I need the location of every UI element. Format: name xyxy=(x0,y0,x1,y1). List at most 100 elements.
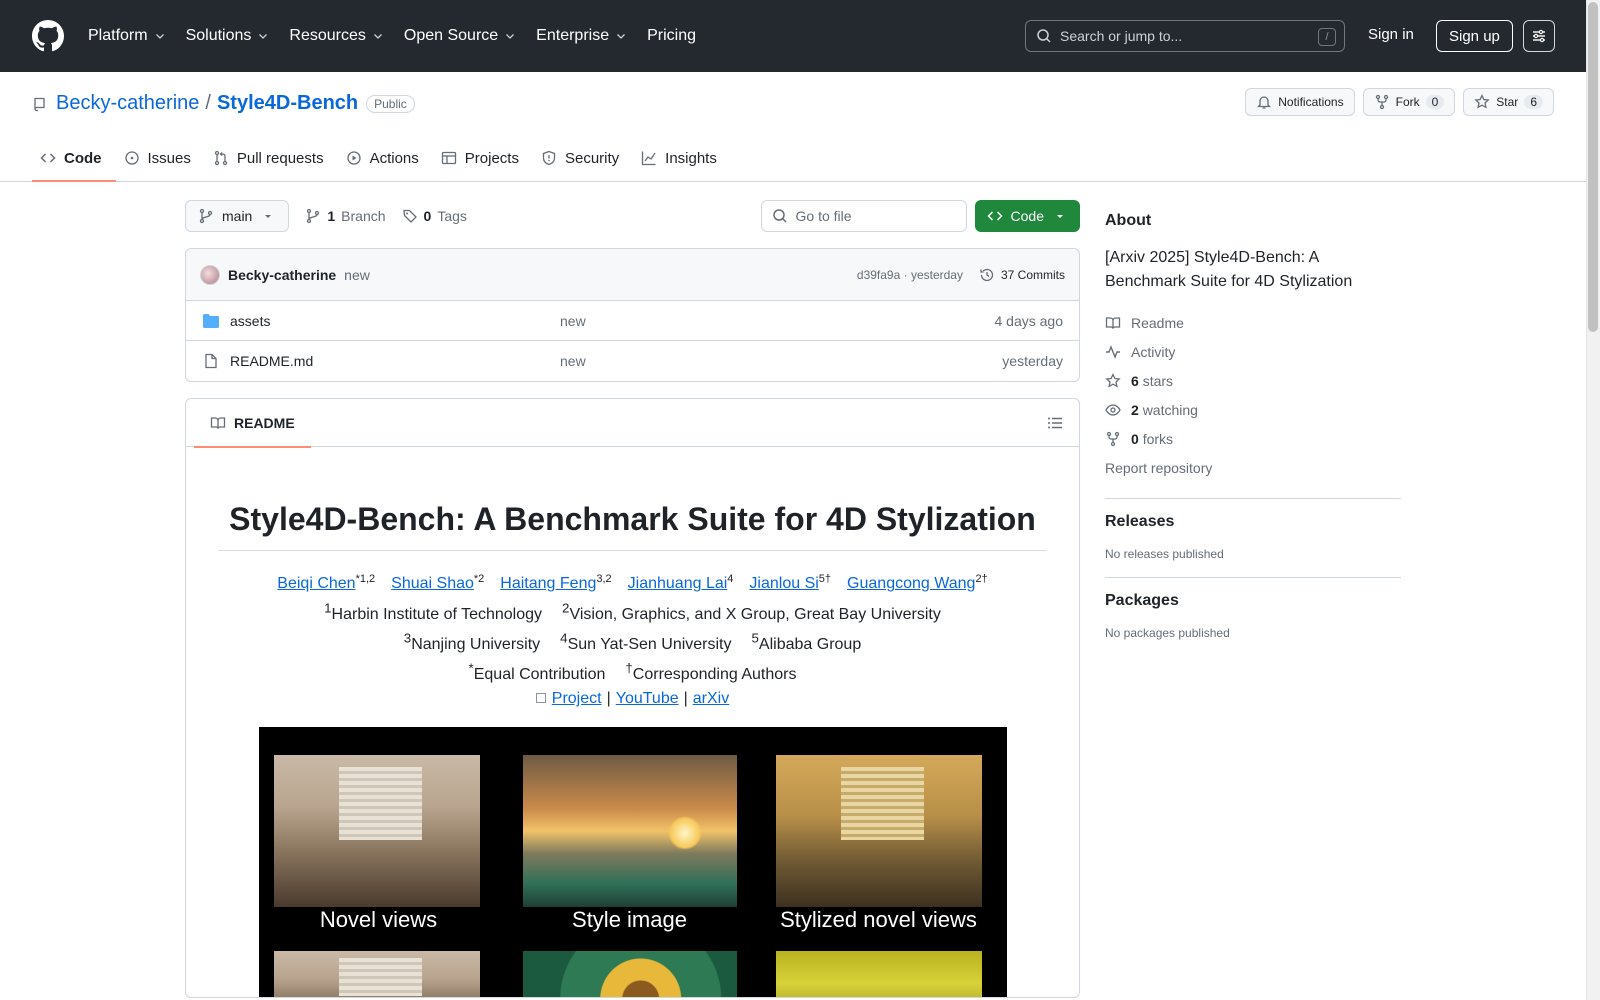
notifications-button[interactable]: Notifications xyxy=(1245,88,1355,116)
graph-icon xyxy=(642,151,656,166)
author-affiliation-mark: 2† xyxy=(975,573,988,585)
file-browser: Becky-catherine new d39fa9a · yesterday … xyxy=(185,248,1080,382)
author-link[interactable]: Shuai Shao xyxy=(391,575,474,592)
github-logo-icon[interactable] xyxy=(32,20,64,52)
affiliation-text: Alibaba Group xyxy=(758,635,862,653)
global-nav-label: Solutions xyxy=(185,27,252,44)
sidebar-activity-link[interactable]: Activity xyxy=(1105,337,1401,366)
file-commit-message[interactable]: new xyxy=(560,353,586,369)
commits-history-link[interactable]: 37 Commits xyxy=(979,267,1065,283)
link-arxiv[interactable]: arXiv xyxy=(693,690,729,707)
code-icon xyxy=(40,153,56,163)
report-repository-link[interactable]: Report repository xyxy=(1105,453,1401,482)
branch-selector[interactable]: main xyxy=(185,200,290,232)
file-list: assets new 4 days ago README.md new yesterday xyxy=(186,301,1079,381)
tab-insights[interactable]: Insights xyxy=(633,134,731,182)
packages-heading[interactable]: Packages xyxy=(1105,592,1401,610)
star-icon xyxy=(1474,94,1490,109)
affiliation-mark: 4 xyxy=(560,630,568,646)
teaser-image: Novel views Style image Stylized novel v… xyxy=(258,727,1007,997)
main-column: main 1 Branch 0 Tags Go to file Code Bec… xyxy=(185,200,1080,998)
global-nav-open-source[interactable]: Open Source xyxy=(404,27,516,45)
affiliation-text: Sun Yat-Sen University xyxy=(567,635,732,653)
sidebar-watching-link[interactable]: 2 watching xyxy=(1105,395,1401,424)
table-row[interactable]: assets new 4 days ago xyxy=(186,301,1079,341)
scrollbar-thumb[interactable] xyxy=(1588,2,1598,332)
go-to-file-placeholder: Go to file xyxy=(795,208,852,224)
sidebar-stars-link[interactable]: 6 stars xyxy=(1105,366,1401,395)
bell-icon xyxy=(1257,96,1272,109)
global-nav-label: Enterprise xyxy=(536,27,610,44)
tab-label: Insights xyxy=(665,149,717,167)
author-affiliation-mark: 5† xyxy=(818,573,832,585)
tab-actions[interactable]: Actions xyxy=(338,134,433,182)
table-row[interactable]: README.md new yesterday xyxy=(186,341,1079,381)
sidebar-readme-link[interactable]: Readme xyxy=(1105,308,1401,337)
go-to-file-input[interactable]: Go to file xyxy=(760,200,967,232)
global-nav-label: Platform xyxy=(88,27,148,44)
link-youtube[interactable]: YouTube xyxy=(616,690,679,707)
play-icon xyxy=(346,151,361,165)
tags-link[interactable]: 0 Tags xyxy=(402,208,467,224)
avatar[interactable] xyxy=(200,264,220,285)
chevron-down-icon xyxy=(259,34,268,39)
global-search-input[interactable]: Search or jump to... / xyxy=(1025,20,1345,52)
affiliation-mark: 1 xyxy=(324,600,332,616)
author-link[interactable]: Guangcong Wang xyxy=(847,575,975,592)
global-nav-label: Pricing xyxy=(647,27,696,44)
commits-count: 37 Commits xyxy=(1000,267,1065,282)
tab-issues[interactable]: Issues xyxy=(116,134,205,182)
readme-tab[interactable]: README xyxy=(194,399,311,448)
author-link[interactable]: Jianhuang Lai xyxy=(628,575,728,592)
branches-link[interactable]: 1 Branch xyxy=(305,208,386,224)
page-scrollbar[interactable] xyxy=(1586,0,1600,1000)
author-link[interactable]: Jianlou Si xyxy=(749,575,818,592)
repo-path-separator: / xyxy=(205,92,211,114)
repo-owner-link[interactable]: Becky-catherine xyxy=(56,92,199,115)
readme-title: Style4D-Bench: A Benchmark Suite for 4D … xyxy=(218,447,1047,551)
affiliation-text: Nanjing University xyxy=(411,635,541,653)
global-nav-platform[interactable]: Platform xyxy=(88,27,166,45)
tab-projects[interactable]: Projects xyxy=(433,134,533,182)
star-button[interactable]: Star 6 xyxy=(1463,88,1554,116)
code-button[interactable]: Code xyxy=(974,200,1080,232)
list-icon[interactable] xyxy=(1047,415,1063,431)
style-image xyxy=(522,755,737,908)
sign-in-link[interactable]: Sign in xyxy=(1368,26,1414,43)
commit-hash-time[interactable]: d39fa9a · yesterday xyxy=(857,268,963,282)
visibility-badge: Public xyxy=(366,94,415,113)
tab-code[interactable]: Code xyxy=(32,134,116,182)
global-nav-enterprise[interactable]: Enterprise xyxy=(536,27,627,45)
repo-name-link[interactable]: Style4D-Bench xyxy=(217,92,358,115)
commit-author-link[interactable]: Becky-catherine xyxy=(228,267,336,283)
style-image xyxy=(522,951,737,997)
author-entry: Jianhuang Lai4 xyxy=(620,573,742,592)
contribution-notes: *Equal Contribution †Corresponding Author… xyxy=(218,657,1047,687)
author-link[interactable]: Beiqi Chen xyxy=(277,575,355,592)
sign-up-button[interactable]: Sign up xyxy=(1436,20,1513,52)
global-nav-pricing[interactable]: Pricing xyxy=(647,27,696,45)
file-commit-message[interactable]: new xyxy=(560,313,586,329)
menu-toggle-button[interactable] xyxy=(1523,20,1555,52)
sidebar-forks-link[interactable]: 0 forks xyxy=(1105,424,1401,453)
tab-pull-requests[interactable]: Pull requests xyxy=(205,134,338,182)
affiliation-entry: 1Harbin Institute of Technology xyxy=(324,600,542,622)
author-link[interactable]: Haitang Feng xyxy=(500,575,596,592)
global-header: Platform Solutions Resources Open Source Ent… xyxy=(0,0,1586,72)
search-placeholder: Search or jump to... xyxy=(1060,28,1183,44)
affiliation-entry: †Corresponding Authors xyxy=(625,661,796,683)
caption-style-image: Style image xyxy=(572,907,687,933)
file-name-link[interactable]: assets xyxy=(230,313,560,329)
global-nav-resources[interactable]: Resources xyxy=(289,27,383,45)
repo-tabs: Code Issues Pull requests Actions Projects Se… xyxy=(32,134,731,182)
link-separator: | xyxy=(683,690,688,708)
fork-icon xyxy=(1106,431,1120,446)
releases-heading[interactable]: Releases xyxy=(1105,513,1401,531)
commit-message-link[interactable]: new xyxy=(344,267,370,283)
tab-security[interactable]: Security xyxy=(533,134,633,182)
fork-button[interactable]: Fork 0 xyxy=(1362,88,1456,116)
file-name-link[interactable]: README.md xyxy=(230,353,560,369)
global-nav-solutions[interactable]: Solutions xyxy=(186,27,270,45)
book-icon xyxy=(210,416,226,429)
link-project[interactable]: Project xyxy=(552,690,602,707)
